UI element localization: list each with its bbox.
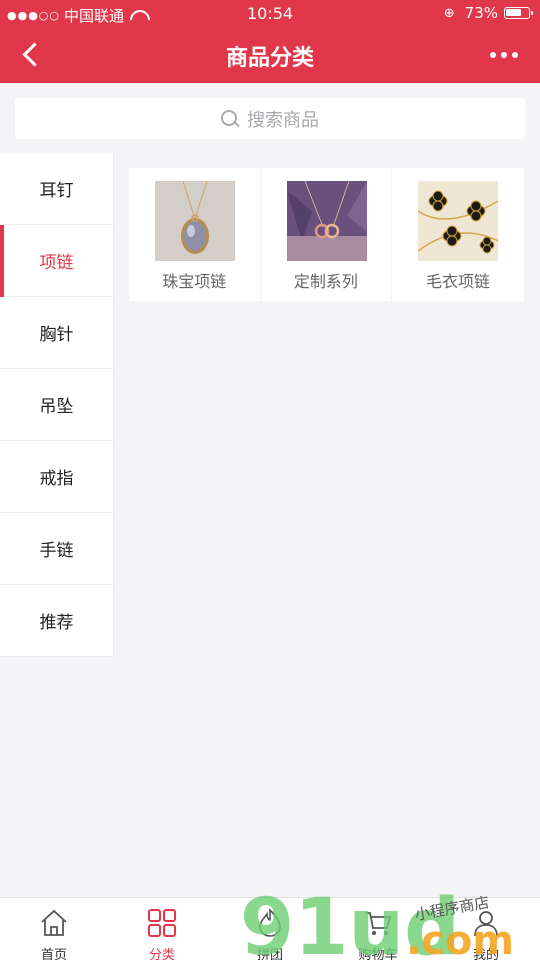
tab-label: 拼团 xyxy=(256,948,283,960)
tab-category[interactable]: 分类 xyxy=(108,898,216,960)
tab-home[interactable]: 首页 xyxy=(0,898,108,960)
subcategory-custom-series[interactable]: 定制系列 xyxy=(261,168,393,301)
clover-necklace-image xyxy=(418,181,499,261)
tab-label: 我的 xyxy=(472,948,499,960)
hot-icon xyxy=(259,908,281,937)
tab-label: 购物车 xyxy=(358,948,398,960)
nav-bar: 商品分类 xyxy=(0,28,540,83)
search-area: 搜索商品 xyxy=(0,83,540,153)
sidebar-item-label: 胸针 xyxy=(39,325,74,345)
app-header: ●●●○○ 中国联通 10:54 ⊕ 73% 商品分类 xyxy=(0,0,540,83)
status-bar: ●●●○○ 中国联通 10:54 ⊕ 73% xyxy=(0,0,540,28)
subcategory-sweater-chain[interactable]: 毛衣项链 xyxy=(392,168,524,301)
sidebar-item-label: 项链 xyxy=(39,253,74,273)
sidebar-item-label: 戒指 xyxy=(39,469,74,489)
page-title: 商品分类 xyxy=(225,46,314,71)
sidebar-item-recommend[interactable]: 推荐 xyxy=(0,585,113,657)
tab-label: 首页 xyxy=(40,948,67,960)
subcategory-jewelry-necklace[interactable]: 珠宝项链 xyxy=(129,168,261,301)
sidebar-item-earrings[interactable]: 耳钉 xyxy=(0,153,113,225)
sidebar-item-label: 手链 xyxy=(39,541,74,561)
sidebar-item-ring[interactable]: 戒指 xyxy=(0,441,113,513)
pearl-necklace-image xyxy=(155,181,235,261)
subcategory-label: 定制系列 xyxy=(293,272,358,291)
sidebar-item-brooch[interactable]: 胸针 xyxy=(0,297,113,369)
tab-cart[interactable]: 购物车 xyxy=(324,898,432,960)
subcategory-label: 毛衣项链 xyxy=(425,272,490,291)
category-sidebar: 耳钉 项链 胸针 吊坠 戒指 手链 推荐 xyxy=(0,153,114,657)
tab-bar: 首页 分类 拼团 购物车 我的 xyxy=(0,897,540,960)
category-content: 耳钉 项链 胸针 吊坠 戒指 手链 推荐 珠宝项链 定制系列 毛衣项链 xyxy=(0,153,540,897)
sidebar-item-label: 吊坠 xyxy=(39,397,74,417)
search-input[interactable]: 搜索商品 xyxy=(15,98,525,139)
tab-group-buy[interactable]: 拼团 xyxy=(216,898,324,960)
subcategory-label: 珠宝项链 xyxy=(162,272,227,291)
sidebar-item-bracelet[interactable]: 手链 xyxy=(0,513,113,585)
tab-mine[interactable]: 我的 xyxy=(432,898,540,960)
cart-icon xyxy=(365,912,392,935)
battery-icon xyxy=(504,7,533,19)
more-dots-icon[interactable] xyxy=(490,52,518,58)
search-icon xyxy=(221,109,239,128)
sidebar-item-pendant[interactable]: 吊坠 xyxy=(0,369,113,441)
grid-icon xyxy=(148,909,176,937)
home-icon xyxy=(41,909,67,936)
subcategory-panel: 珠宝项链 定制系列 毛衣项链 xyxy=(129,168,524,301)
search-placeholder: 搜索商品 xyxy=(247,109,319,131)
sidebar-item-label: 推荐 xyxy=(39,613,74,633)
orientation-lock-icon: ⊕ xyxy=(443,5,455,21)
tab-label: 分类 xyxy=(148,948,175,960)
sidebar-item-label: 耳钉 xyxy=(39,181,74,201)
user-icon xyxy=(474,911,498,937)
ring-necklace-image xyxy=(286,181,367,261)
battery-percent: 73% xyxy=(464,4,498,22)
sidebar-item-necklace[interactable]: 项链 xyxy=(0,225,113,297)
